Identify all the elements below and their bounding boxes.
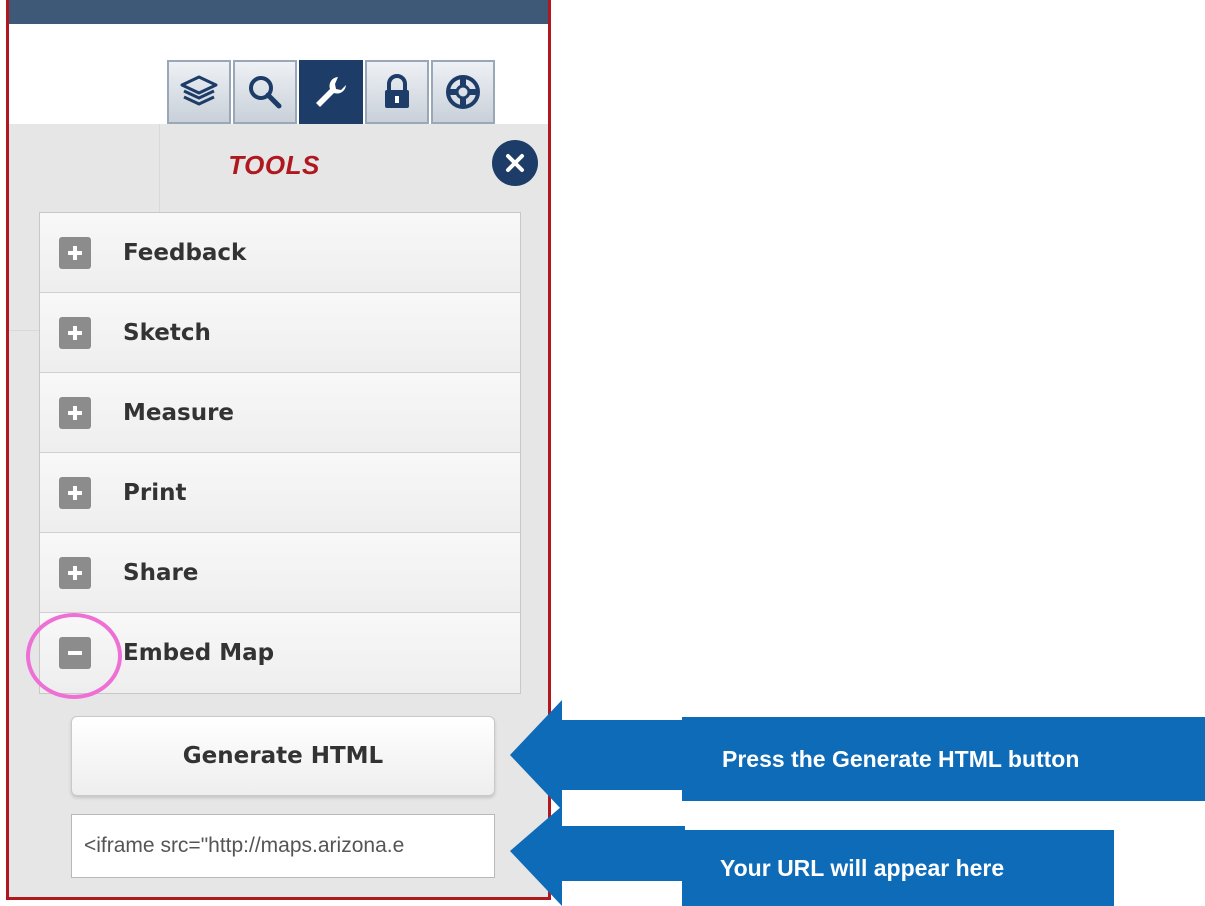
arrow-left-icon bbox=[510, 806, 685, 906]
url-callout: Your URL will appear here bbox=[682, 830, 1114, 906]
expand-icon[interactable] bbox=[59, 316, 91, 349]
panel-top-bar bbox=[9, 0, 548, 24]
wrench-icon bbox=[316, 77, 346, 107]
expand-icon[interactable] bbox=[59, 396, 91, 429]
layers-icon bbox=[180, 75, 218, 106]
tool-label: Print bbox=[123, 479, 187, 506]
tool-label: Share bbox=[123, 559, 199, 586]
lifebuoy-icon bbox=[446, 75, 480, 109]
tool-list: Feedback Sketch Measure Print Share Embe… bbox=[39, 212, 521, 694]
layers-button[interactable] bbox=[167, 60, 231, 124]
highlight-circle bbox=[26, 613, 122, 699]
panel-title: TOOLS bbox=[228, 150, 320, 180]
tool-item-share[interactable]: Share bbox=[40, 533, 520, 613]
embed-code-field[interactable] bbox=[71, 814, 495, 878]
search-icon bbox=[249, 76, 282, 109]
close-button[interactable] bbox=[492, 140, 538, 186]
help-button[interactable] bbox=[431, 60, 495, 124]
tools-button[interactable] bbox=[299, 60, 363, 124]
tool-item-feedback[interactable]: Feedback bbox=[40, 213, 520, 293]
expand-icon[interactable] bbox=[59, 236, 91, 269]
expand-icon[interactable] bbox=[59, 476, 91, 509]
tool-item-print[interactable]: Print bbox=[40, 453, 520, 533]
search-button[interactable] bbox=[233, 60, 297, 124]
map-gridline bbox=[159, 124, 160, 214]
arrow-left-icon bbox=[510, 700, 685, 810]
expand-icon[interactable] bbox=[59, 556, 91, 589]
tool-label: Embed Map bbox=[123, 640, 275, 666]
tool-label: Measure bbox=[123, 399, 235, 426]
tool-item-measure[interactable]: Measure bbox=[40, 373, 520, 453]
lock-button[interactable] bbox=[365, 60, 429, 124]
close-icon bbox=[506, 154, 524, 172]
tool-label: Feedback bbox=[123, 239, 247, 266]
lock-icon bbox=[385, 74, 409, 108]
map-gridline bbox=[9, 330, 39, 331]
generate-callout: Press the Generate HTML button bbox=[682, 717, 1205, 801]
generate-html-button[interactable]: Generate HTML bbox=[71, 716, 495, 796]
tool-label: Sketch bbox=[123, 319, 211, 346]
toolbar bbox=[9, 24, 548, 124]
tools-panel: TOOLS Feedback Sketch Measure Print Shar… bbox=[6, 0, 551, 900]
tool-item-sketch[interactable]: Sketch bbox=[40, 293, 520, 373]
